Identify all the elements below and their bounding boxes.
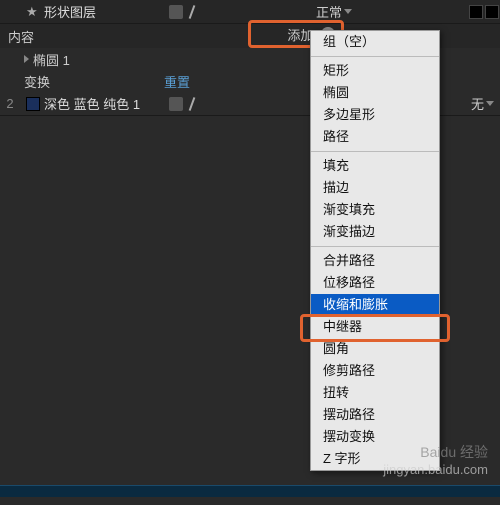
menu-item[interactable]: 填充 <box>311 155 439 177</box>
transform-label: 变换 <box>24 72 164 91</box>
color-swatch <box>469 5 483 19</box>
star-icon[interactable]: ★ <box>20 4 38 20</box>
menu-item[interactable]: 描边 <box>311 177 439 199</box>
parent-link[interactable]: 无 <box>465 94 500 113</box>
color-swatch <box>485 5 499 19</box>
menu-separator <box>311 246 439 247</box>
shy-icon[interactable] <box>169 5 183 19</box>
menu-item[interactable]: 合并路径 <box>311 250 439 272</box>
menu-item[interactable]: 收缩和膨胀 <box>311 294 439 316</box>
fx-icon[interactable] <box>185 5 199 19</box>
content-label: 内容 <box>8 27 34 46</box>
menu-separator <box>311 151 439 152</box>
blend-mode[interactable]: 正常 <box>310 2 358 21</box>
menu-separator <box>311 56 439 57</box>
ellipse-name: 椭圆 1 <box>33 50 70 69</box>
solid-name[interactable]: 深色 蓝色 纯色 1 <box>38 94 168 113</box>
layer-num: 2 <box>0 96 20 111</box>
menu-item[interactable]: 中继器 <box>311 316 439 338</box>
menu-item[interactable]: 渐变描边 <box>311 221 439 243</box>
menu-item[interactable]: 修剪路径 <box>311 360 439 382</box>
menu-item[interactable]: 位移路径 <box>311 272 439 294</box>
watermark: Baidu 经验 jingyan.baidu.com <box>383 442 488 477</box>
menu-item[interactable]: 扭转 <box>311 382 439 404</box>
expand-icon[interactable] <box>24 55 29 63</box>
menu-item[interactable]: 椭圆 <box>311 82 439 104</box>
menu-item[interactable]: 矩形 <box>311 60 439 82</box>
fx-icon[interactable] <box>185 97 199 111</box>
color-label <box>20 96 38 112</box>
menu-item[interactable]: 摆动路径 <box>311 404 439 426</box>
layer-name[interactable]: 形状图层 <box>38 2 168 21</box>
menu-item[interactable]: 路径 <box>311 126 439 148</box>
timeline-strip <box>0 485 500 497</box>
menu-item[interactable]: 多边星形 <box>311 104 439 126</box>
menu-item[interactable]: 圆角 <box>311 338 439 360</box>
menu-item[interactable]: 组（空） <box>311 31 439 53</box>
add-menu: 组（空） 矩形椭圆多边星形路径填充描边渐变填充渐变描边合并路径位移路径收缩和膨胀中… <box>310 30 440 471</box>
menu-item[interactable]: 渐变填充 <box>311 199 439 221</box>
reset-link[interactable]: 重置 <box>164 72 190 91</box>
shy-icon[interactable] <box>169 97 183 111</box>
